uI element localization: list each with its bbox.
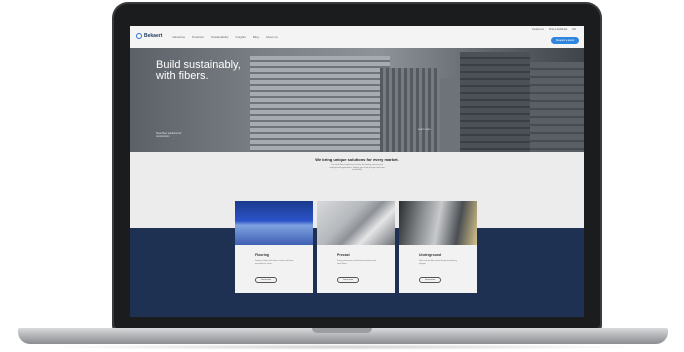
hero-building — [530, 62, 584, 152]
card-title: Flooring — [255, 253, 269, 257]
card-underground[interactable]: Underground Safe and durable tunnel lini… — [399, 201, 477, 293]
learn-more-button[interactable]: Learn more — [337, 277, 359, 283]
learn-more-button[interactable]: Learn more — [419, 277, 441, 283]
hero-building — [460, 52, 530, 152]
hero-title: Build sustainably, with fibers. — [156, 60, 241, 82]
main-nav: Industries Products Sustainability Insig… — [172, 35, 278, 39]
laptop-screen: Bekaert Industries Products Sustainabili… — [130, 26, 584, 317]
request-quote-button[interactable]: Request a quote — [551, 37, 579, 44]
utility-language[interactable]: EN — [573, 28, 576, 31]
hero-building — [250, 56, 390, 152]
card-image — [317, 201, 395, 245]
laptop-shadow — [40, 344, 644, 350]
card-title: Precast — [337, 253, 350, 257]
card-image — [235, 201, 313, 245]
hero-title-line2: with fibers. — [156, 70, 209, 82]
card-text: Safe and durable tunnel linings and mini… — [419, 260, 457, 265]
nav-item-blog[interactable]: Blog — [253, 35, 259, 39]
solution-cards: Flooring Jointless floors with fewer cra… — [235, 201, 477, 293]
card-image — [399, 201, 477, 245]
utility-nav: Contact us Find a distributor EN — [532, 28, 576, 31]
nav-item-products[interactable]: Products — [192, 35, 204, 39]
card-title: Underground — [419, 253, 442, 257]
hero-banner: Build sustainably, with fibers. Steel fi… — [130, 48, 584, 152]
site-logo[interactable]: Bekaert — [136, 33, 162, 39]
laptop-notch — [312, 328, 372, 333]
nav-item-industries[interactable]: Industries — [172, 35, 185, 39]
hero-caption: Steel fiber solutions for construction — [156, 132, 182, 138]
nav-item-insights[interactable]: Insights — [236, 35, 246, 39]
intro-text: Our steel fibers reinforce concrete for … — [329, 164, 385, 172]
intro-title: We bring unique solutions for every mark… — [315, 157, 399, 162]
card-text: Jointless floors with fewer cracks and l… — [255, 260, 294, 265]
site-header: Bekaert Industries Products Sustainabili… — [130, 26, 584, 48]
learn-more-button[interactable]: Learn more — [255, 277, 277, 283]
utility-distributor[interactable]: Find a distributor — [549, 28, 568, 31]
hero-link[interactable]: Learn more — [418, 128, 431, 131]
card-flooring[interactable]: Flooring Jointless floors with fewer cra… — [235, 201, 313, 293]
logo-text: Bekaert — [144, 33, 163, 39]
card-precast[interactable]: Precast Faster production and thinner el… — [317, 201, 395, 293]
hero-building — [380, 68, 440, 152]
card-text: Faster production and thinner elements w… — [337, 260, 376, 265]
utility-contact[interactable]: Contact us — [532, 28, 544, 31]
intro-section: We bring unique solutions for every mark… — [130, 152, 584, 206]
nav-item-about[interactable]: About us — [266, 35, 278, 39]
nav-item-sustainability[interactable]: Sustainability — [211, 35, 229, 39]
logo-icon — [136, 33, 142, 39]
